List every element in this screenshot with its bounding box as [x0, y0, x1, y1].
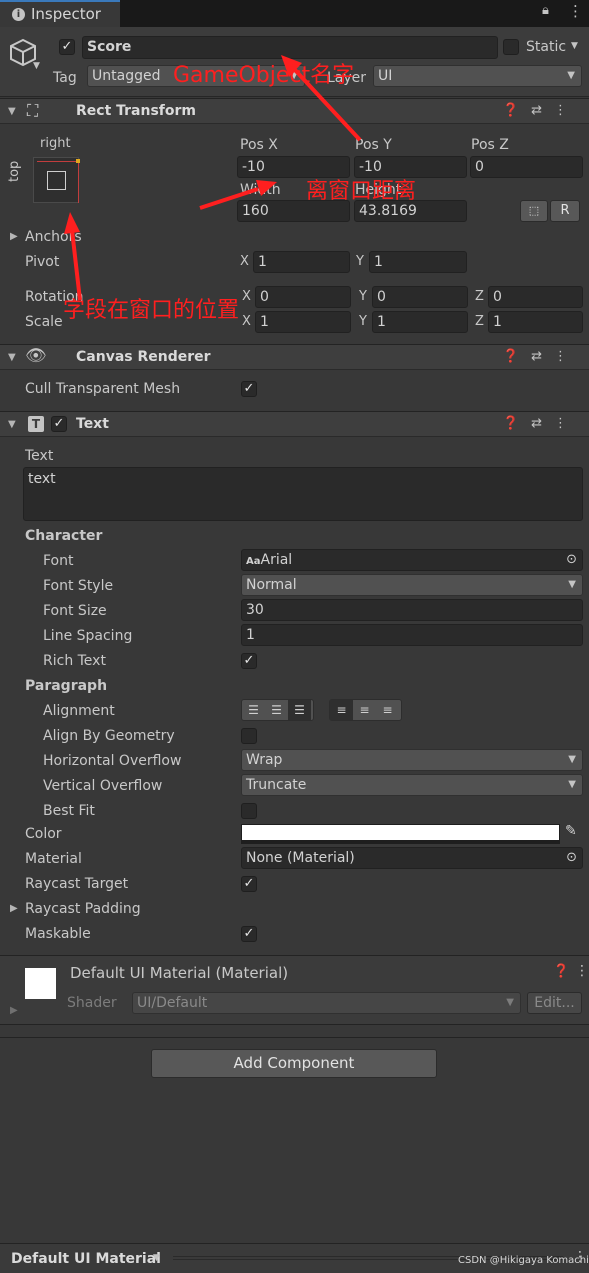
annotation-distance: 离窗口距离 — [306, 179, 417, 204]
arrow-head — [256, 180, 277, 196]
arrow-head — [64, 212, 80, 234]
annotation-name: GameObject名字 — [173, 63, 355, 88]
annotation-arrows — [64, 55, 362, 301]
annotation-position: 字段在窗口的位置 — [63, 298, 240, 323]
arrow-to-anchor-box — [70, 229, 82, 301]
arrow-to-position-fields — [199, 187, 259, 210]
